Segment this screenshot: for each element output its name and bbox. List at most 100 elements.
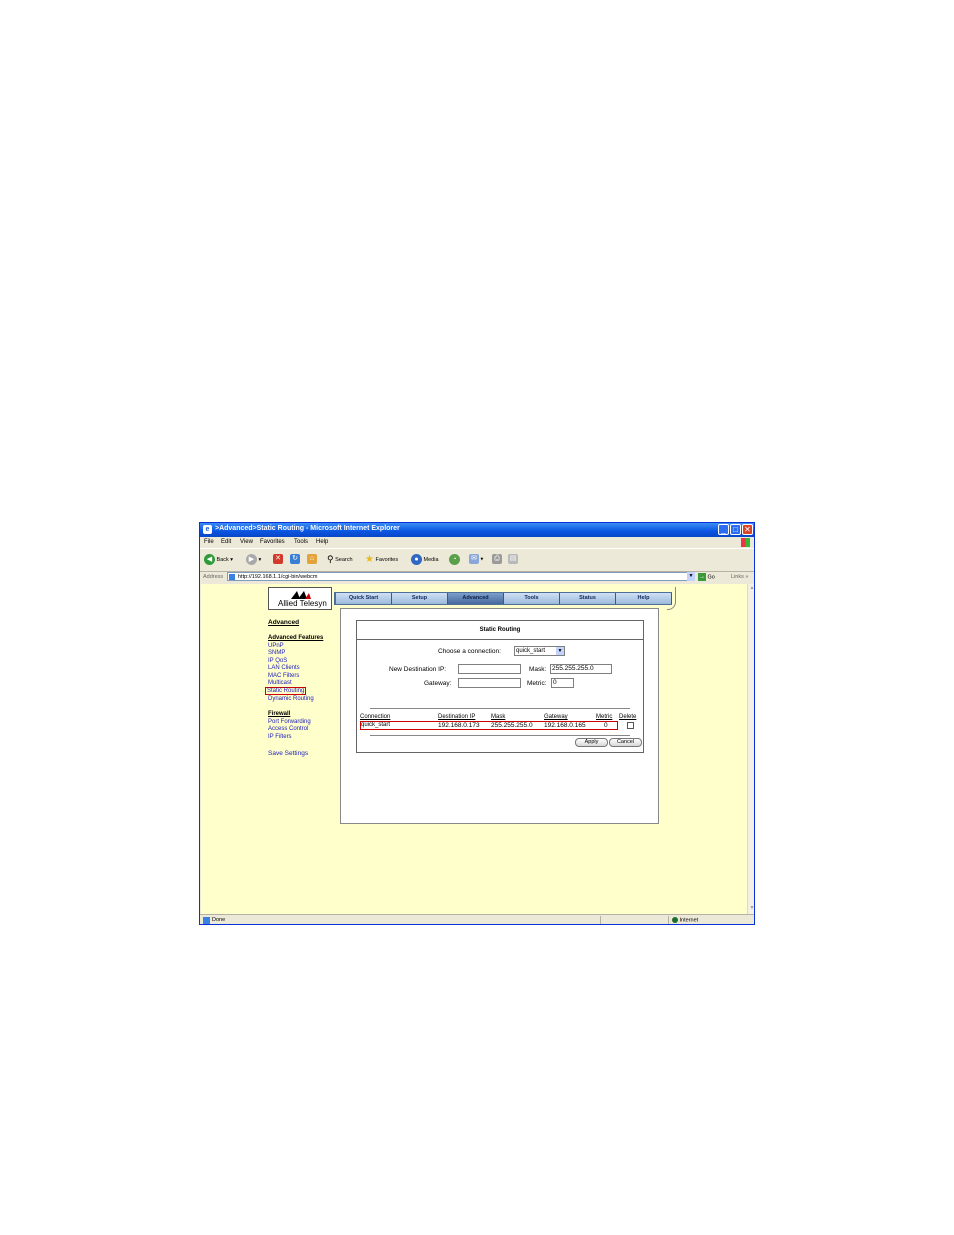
- delete-checkbox[interactable]: [627, 722, 634, 729]
- print-button[interactable]: ⎙: [492, 554, 502, 564]
- scroll-down-icon[interactable]: ▼: [748, 905, 754, 913]
- mail-icon: ✉: [469, 554, 479, 564]
- history-button[interactable]: ◔: [449, 554, 460, 565]
- sidebar-item-static-routing[interactable]: Static Routing: [265, 687, 307, 695]
- destination-ip-input[interactable]: [458, 664, 521, 674]
- status-bar: Done Internet: [200, 914, 754, 924]
- sidebar-item-mac-filters[interactable]: MAC Filters: [268, 673, 299, 679]
- sidebar-item-port-forwarding[interactable]: Port Forwarding: [268, 719, 311, 725]
- page-content: Allied Telesyn Quick Start Setup Advance…: [201, 584, 747, 914]
- sidebar-features-heading[interactable]: Advanced Features: [268, 635, 323, 641]
- connection-select-value: quick_start: [516, 648, 546, 654]
- maximize-icon[interactable]: □: [730, 524, 741, 535]
- address-input[interactable]: http://192.168.1.1/cgi-bin/webcm: [227, 572, 695, 581]
- vertical-scrollbar[interactable]: ▲ ▼: [747, 584, 754, 914]
- back-label: Back: [216, 556, 229, 563]
- favorites-button[interactable]: ★ Favorites: [365, 554, 398, 565]
- globe-icon: [672, 917, 678, 923]
- stop-icon: ✕: [273, 554, 283, 564]
- main-panel: Static Routing Choose a connection: quic…: [340, 608, 659, 824]
- menu-favorites[interactable]: Favorites: [260, 539, 285, 545]
- sidebar-item-snmp[interactable]: SNMP: [268, 650, 285, 656]
- go-button[interactable]: → Go: [698, 573, 715, 581]
- forward-button[interactable]: ▶ ▾: [246, 554, 261, 565]
- nav-tab-setup[interactable]: Setup: [392, 593, 448, 604]
- history-icon: ◔: [449, 554, 460, 565]
- mask-label: Mask:: [529, 666, 547, 673]
- sidebar-item-ip-filters[interactable]: IP Filters: [268, 734, 292, 740]
- menu-tools[interactable]: Tools: [294, 539, 308, 545]
- sidebar-advanced-link[interactable]: Advanced: [268, 619, 299, 626]
- nav-tab-help[interactable]: Help: [616, 593, 672, 604]
- allied-telesyn-logo-icon: [291, 591, 311, 599]
- status-separator: [600, 916, 601, 924]
- address-dropdown-icon[interactable]: ▼: [687, 572, 695, 581]
- search-label: Search: [335, 556, 353, 563]
- menu-edit[interactable]: Edit: [221, 539, 231, 545]
- refresh-button[interactable]: ↻: [290, 554, 300, 564]
- col-header-destination-ip: Destination IP: [438, 714, 476, 720]
- favorites-label: Favorites: [375, 556, 399, 563]
- mask-input[interactable]: 255.255.255.0: [550, 664, 612, 674]
- status-separator: [668, 916, 669, 924]
- cancel-button[interactable]: Cancel: [609, 738, 642, 747]
- new-destination-ip-label: New Destination IP:: [389, 666, 447, 673]
- static-routing-form: Static Routing Choose a connection: quic…: [356, 620, 644, 753]
- search-button[interactable]: ⚲ Search: [327, 554, 353, 565]
- zone-label: Internet: [679, 917, 699, 924]
- links-button[interactable]: Links »: [731, 574, 748, 580]
- stop-button[interactable]: ✕: [273, 554, 283, 564]
- metric-input[interactable]: 0: [551, 678, 574, 688]
- minimize-icon[interactable]: _: [718, 524, 729, 535]
- page-status-icon: [203, 917, 210, 924]
- col-header-gateway: Gateway: [544, 714, 568, 720]
- home-button[interactable]: ⌂: [307, 554, 317, 564]
- choose-connection-label: Choose a connection:: [438, 648, 501, 655]
- nav-divider: [667, 587, 676, 610]
- sidebar-item-upnp[interactable]: UPnP: [268, 643, 284, 649]
- media-button[interactable]: ● Media: [411, 554, 439, 565]
- back-button[interactable]: ◀ Back ▾: [204, 554, 233, 565]
- address-bar: Address http://192.168.1.1/cgi-bin/webcm…: [200, 571, 754, 583]
- menu-bar: File Edit View Favorites Tools Help: [200, 537, 754, 548]
- close-icon[interactable]: ✕: [742, 524, 753, 535]
- go-label: Go: [707, 574, 715, 581]
- col-header-delete: Delete: [619, 714, 637, 720]
- nav-tab-status[interactable]: Status: [560, 593, 616, 604]
- nav-tab-quick-start[interactable]: Quick Start: [336, 593, 392, 604]
- sidebar-item-ip-qos[interactable]: IP QoS: [268, 658, 287, 664]
- mail-button[interactable]: ✉ ▾: [469, 554, 483, 564]
- ie-icon: e: [203, 525, 212, 534]
- col-header-mask: Mask: [491, 714, 506, 720]
- sidebar-item-dynamic-routing[interactable]: Dynamic Routing: [268, 696, 314, 702]
- cell-gateway: 192.168.0.165: [544, 722, 586, 729]
- sidebar-item-lan-clients[interactable]: LAN Clients: [268, 665, 300, 671]
- gateway-label: Gateway:: [424, 680, 452, 687]
- address-url: http://192.168.1.1/cgi-bin/webcm: [238, 574, 318, 580]
- toolbar: ◀ Back ▾ ▶ ▾ ✕ ↻ ⌂ ⚲ Search ★ Favorites …: [200, 548, 754, 572]
- gateway-input[interactable]: [458, 678, 521, 688]
- menu-help[interactable]: Help: [316, 539, 328, 545]
- windows-logo-icon: [741, 538, 750, 547]
- scroll-up-icon[interactable]: ▲: [748, 585, 754, 593]
- edit-page-button[interactable]: ▤: [508, 554, 518, 564]
- menu-file[interactable]: File: [204, 539, 214, 545]
- links-label: Links: [731, 574, 744, 580]
- print-icon: ⎙: [492, 554, 502, 564]
- brand-logo: Allied Telesyn: [268, 587, 332, 610]
- home-icon: ⌂: [307, 554, 317, 564]
- apply-button[interactable]: Apply: [575, 738, 608, 747]
- status-text: Done: [212, 917, 226, 923]
- chevron-down-icon: ▼: [556, 647, 564, 655]
- connection-select[interactable]: quick_start ▼: [514, 646, 565, 656]
- form-divider: [370, 708, 630, 709]
- sidebar-item-access-control[interactable]: Access Control: [268, 726, 308, 732]
- sidebar-firewall-heading[interactable]: Firewall: [268, 711, 290, 717]
- security-zone: Internet: [672, 917, 698, 923]
- nav-tab-tools[interactable]: Tools: [504, 593, 560, 604]
- menu-view[interactable]: View: [240, 539, 253, 545]
- page-icon: [229, 574, 235, 580]
- sidebar-save-settings[interactable]: Save Settings: [268, 750, 308, 757]
- sidebar-item-multicast[interactable]: Multicast: [268, 680, 292, 686]
- nav-tab-advanced[interactable]: Advanced: [448, 593, 504, 604]
